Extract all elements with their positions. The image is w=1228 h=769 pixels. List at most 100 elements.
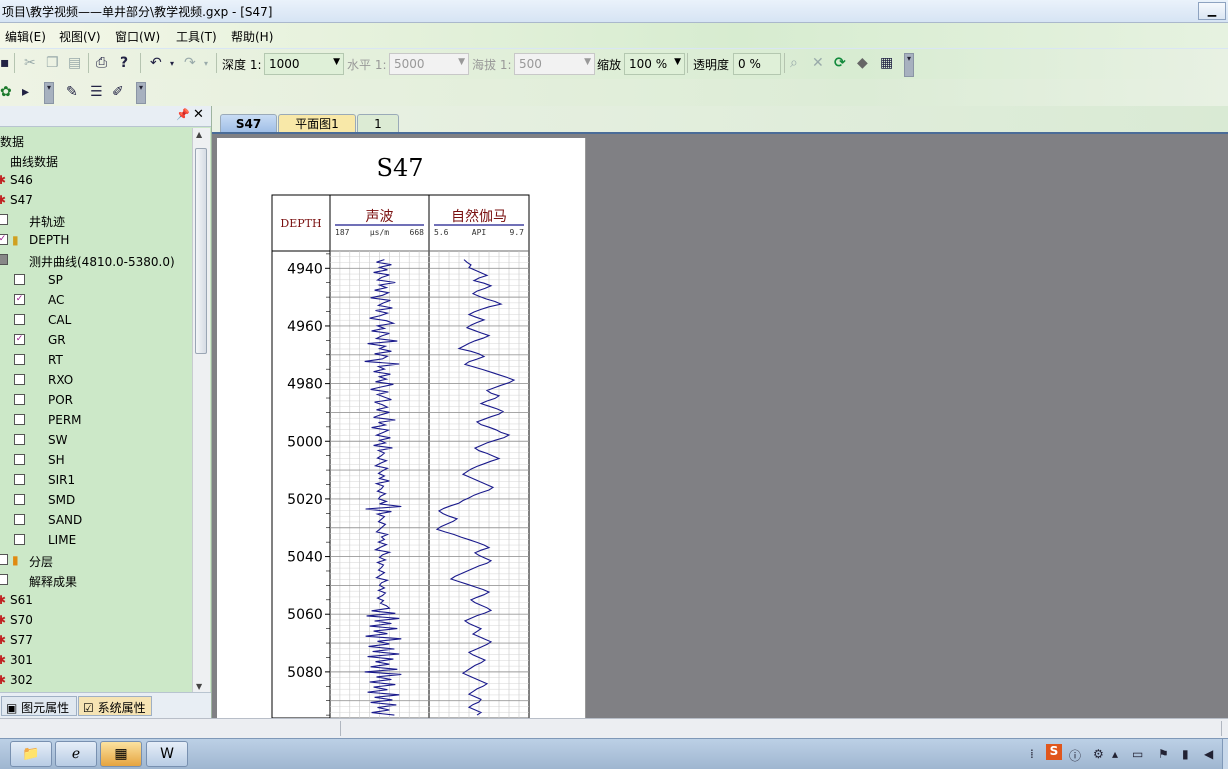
tree-item[interactable]: POR <box>0 390 192 410</box>
shape-icon[interactable]: ◆ <box>857 55 868 71</box>
scroll-up-icon[interactable]: ▲ <box>196 130 202 139</box>
signal-tray-icon[interactable]: ▮ <box>1182 747 1189 761</box>
tree-item[interactable]: 解释成果 <box>0 570 192 590</box>
network-tray-icon[interactable]: ▭ <box>1132 747 1143 761</box>
tree-item[interactable]: RXO <box>0 370 192 390</box>
tree-item[interactable]: CAL <box>0 310 192 330</box>
tree-item[interactable]: ✱ S61 <box>0 590 192 610</box>
elevation-scale-combo[interactable]: 500 ▼ <box>514 53 595 75</box>
input-method-icon[interactable]: S <box>1046 744 1062 760</box>
help-tray-icon[interactable]: ⓘ <box>1069 747 1081 764</box>
copy-icon[interactable]: ❐ <box>46 55 59 71</box>
tree-checkbox[interactable] <box>0 554 8 565</box>
toolbar-overflow-button[interactable]: ▾ <box>904 53 914 77</box>
close-panel-icon[interactable]: ✕ <box>193 107 204 122</box>
tree-checkbox[interactable] <box>14 354 25 365</box>
menu-help[interactable]: 帮助(H) <box>231 28 273 45</box>
tree-item[interactable]: 数据 <box>0 130 192 150</box>
tree-scrollbar[interactable]: ▲ ▼ <box>192 128 210 694</box>
toolbar-overflow-button[interactable]: ▾ <box>44 82 54 104</box>
tree-checkbox[interactable] <box>14 454 25 465</box>
tree-item[interactable]: 测井曲线(4810.0-5380.0) <box>0 250 192 270</box>
toolbar-overflow-button[interactable]: ▾ <box>136 82 146 104</box>
pointer-tool-icon[interactable]: ▸ <box>22 84 29 100</box>
tree-item[interactable]: ✱ 302 <box>0 670 192 690</box>
tree-item[interactable]: PERM <box>0 410 192 430</box>
browser-taskbar-icon[interactable]: ℯ <box>55 741 97 767</box>
tree-item[interactable]: ✱ 301 <box>0 650 192 670</box>
cut-icon[interactable]: ✂ <box>24 55 36 71</box>
depth-scale-combo[interactable]: 1000 ▼ <box>264 53 344 75</box>
tree-checkbox[interactable] <box>14 494 25 505</box>
tree-item[interactable]: LIME <box>0 530 192 550</box>
grid-tool-icon[interactable]: ▦ <box>880 55 893 71</box>
tab-system-properties[interactable]: ☑ 系统属性 <box>78 696 152 716</box>
edit-table-icon[interactable]: ✐ <box>112 84 124 100</box>
tree-checkbox[interactable]: ✓ <box>0 234 8 245</box>
tree-checkbox[interactable] <box>14 474 25 485</box>
tab-map1[interactable]: 平面图1 <box>278 114 356 133</box>
volume-tray-icon[interactable]: ◀ <box>1204 747 1213 761</box>
list-icon[interactable]: ☰ <box>90 84 103 100</box>
menu-window[interactable]: 窗口(W) <box>115 28 160 45</box>
edit-properties-icon[interactable]: ✎ <box>66 84 78 100</box>
tree-checkbox[interactable] <box>14 314 25 325</box>
tree-checkbox[interactable] <box>14 534 25 545</box>
save-icon[interactable]: ▪ <box>0 55 10 71</box>
tree-item[interactable]: ✱ S77 <box>0 630 192 650</box>
tab-1[interactable]: 1 <box>357 114 399 133</box>
zoom-combo[interactable]: 100 % ▼ <box>624 53 685 75</box>
print-icon[interactable]: ⎙ <box>96 55 107 71</box>
tree-item[interactable]: RT <box>0 350 192 370</box>
scroll-down-icon[interactable]: ▼ <box>196 682 202 691</box>
scrollbar-thumb[interactable] <box>195 148 207 354</box>
tree-checkbox[interactable] <box>14 434 25 445</box>
tree-checkbox[interactable] <box>14 274 25 285</box>
horizontal-scale-combo[interactable]: 5000 ▼ <box>389 53 469 75</box>
redo-icon[interactable]: ↷ <box>184 55 196 71</box>
tree-item[interactable]: ✓ ▮ DEPTH <box>0 230 192 250</box>
word-taskbar-icon[interactable]: W <box>146 741 188 767</box>
minimize-button[interactable]: ▁ <box>1198 2 1226 20</box>
tree-item[interactable]: SMD <box>0 490 192 510</box>
tab-element-properties[interactable]: ▣ 图元属性 <box>1 696 77 716</box>
pin-icon[interactable]: 📌 <box>176 108 190 121</box>
tree-checkbox[interactable] <box>0 254 8 265</box>
tree-item[interactable]: ✓ AC <box>0 290 192 310</box>
show-desktop-button[interactable] <box>1222 739 1228 769</box>
link-icon[interactable]: ✿ <box>0 84 12 100</box>
undo-dropdown-icon[interactable]: ▾ <box>170 56 174 72</box>
tree-item[interactable]: SIR1 <box>0 470 192 490</box>
transparency-field[interactable]: 0 % <box>733 53 781 75</box>
search-icon[interactable]: ⌕ <box>790 55 798 71</box>
tree-checkbox[interactable] <box>0 214 8 225</box>
refresh-icon[interactable]: ⟳ <box>834 55 846 71</box>
show-hidden-icons[interactable]: ▴ <box>1112 747 1118 761</box>
tree-item[interactable]: ✱ S70 <box>0 610 192 630</box>
tree-checkbox[interactable] <box>14 394 25 405</box>
close-x-icon[interactable]: ✕ <box>812 55 824 71</box>
tree-item[interactable]: SW <box>0 430 192 450</box>
tree-item[interactable]: SAND <box>0 510 192 530</box>
tree-checkbox[interactable] <box>14 414 25 425</box>
tree-checkbox[interactable]: ✓ <box>14 334 25 345</box>
tree-checkbox[interactable] <box>14 374 25 385</box>
paste-icon[interactable]: ▤ <box>68 55 81 71</box>
tree-item[interactable]: ✱ S46 <box>0 170 192 190</box>
tree-item[interactable]: ✱ S47 <box>0 190 192 210</box>
tree-item[interactable]: SP <box>0 270 192 290</box>
file-explorer-taskbar-icon[interactable]: 📁 <box>10 741 52 767</box>
menu-tools[interactable]: 工具(T) <box>176 28 217 45</box>
settings-tray-icon[interactable]: ⚙ <box>1093 747 1104 761</box>
tree-item[interactable]: ▮ 分层 <box>0 550 192 570</box>
tree-item[interactable]: ✓ GR <box>0 330 192 350</box>
tree-checkbox[interactable] <box>0 574 8 585</box>
menu-view[interactable]: 视图(V) <box>59 28 101 45</box>
menu-edit[interactable]: 编辑(E) <box>5 28 46 45</box>
flag-tray-icon[interactable]: ⚑ <box>1158 747 1169 761</box>
redo-dropdown-icon[interactable]: ▾ <box>204 56 208 72</box>
tree-checkbox[interactable]: ✓ <box>14 294 25 305</box>
tab-s47[interactable]: S47 <box>220 114 277 133</box>
help-icon[interactable]: ? <box>120 55 128 71</box>
tree-item[interactable]: SH <box>0 450 192 470</box>
